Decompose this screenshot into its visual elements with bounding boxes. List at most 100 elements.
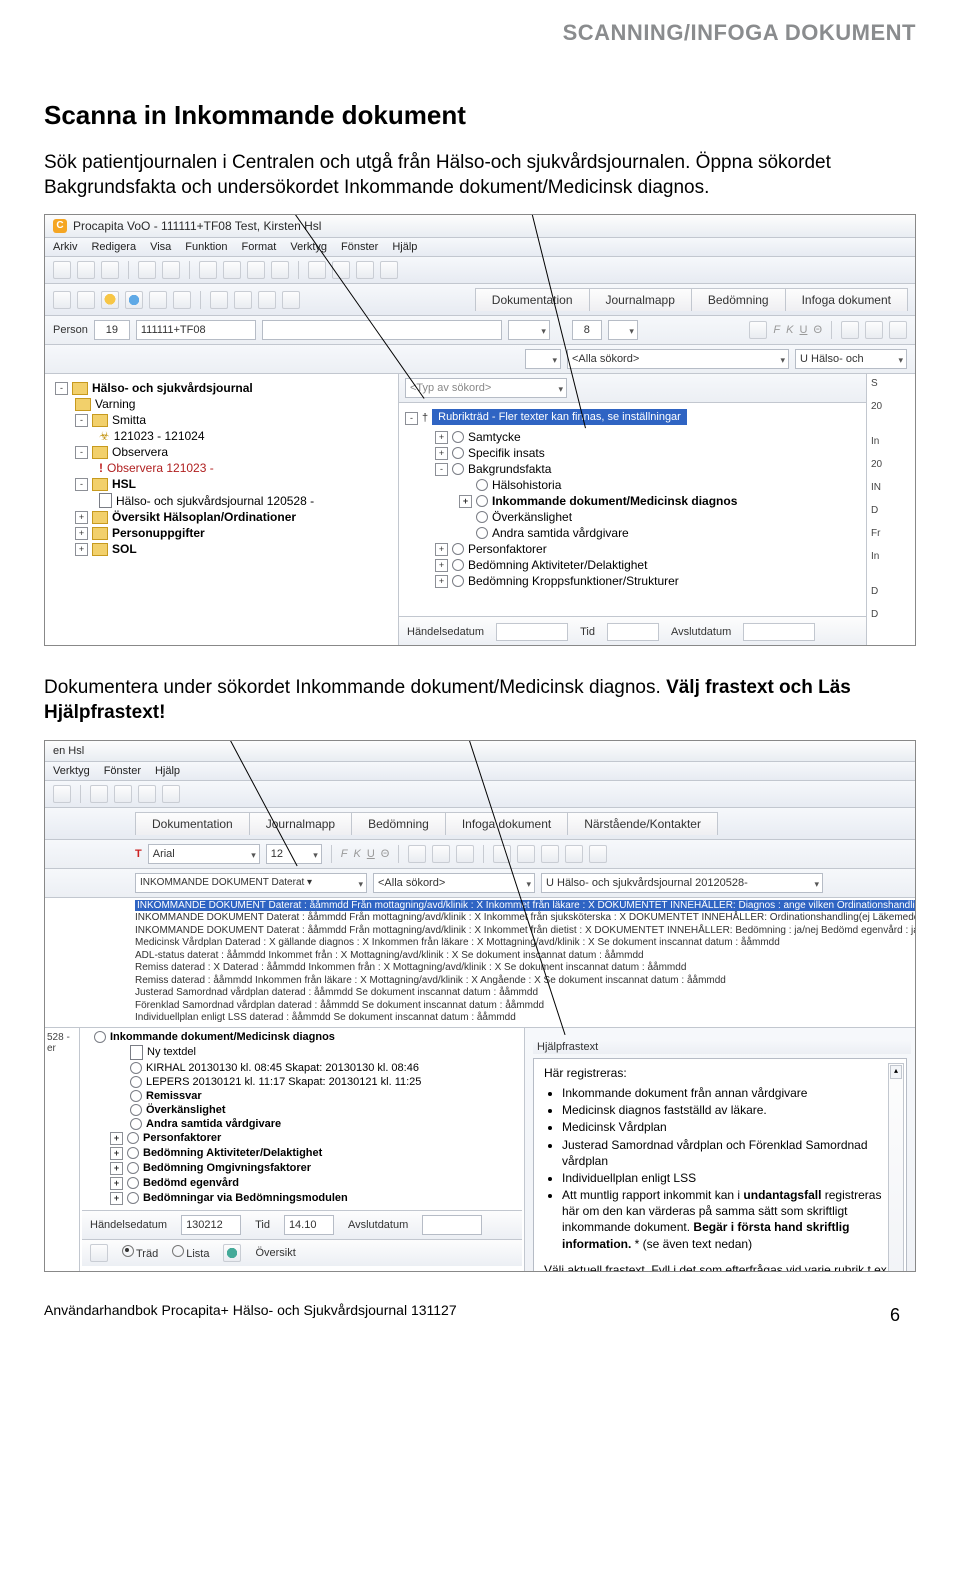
toolbar-icon[interactable] (53, 261, 71, 279)
rubrik-row[interactable]: +Samtycke (405, 429, 860, 445)
format-u[interactable]: U (799, 324, 807, 336)
tree2-row[interactable]: +Bedömning Aktiviteter/Delaktighet (82, 1146, 522, 1161)
rubrik-row[interactable]: +Personfaktorer (405, 541, 860, 557)
format-k[interactable]: K (353, 848, 360, 860)
tab[interactable]: Dokumentation (135, 812, 250, 835)
tree2-row[interactable]: +Bedömning Omgivningsfaktorer (82, 1161, 522, 1176)
align-icon[interactable] (408, 845, 426, 863)
menu-item[interactable]: Verktyg (53, 765, 90, 777)
tree2-row[interactable]: +Personfaktorer (82, 1131, 522, 1146)
tab[interactable]: Infoga dokument (445, 812, 568, 835)
frastext-line[interactable]: Remiss daterad : ååmmdd Inkommen från lä… (135, 975, 909, 988)
rubrik-row[interactable]: -Bakgrundsfakta (405, 461, 860, 477)
format-k[interactable]: K (786, 324, 793, 336)
refresh-icon[interactable] (125, 291, 143, 309)
tree-row[interactable]: ☣121023 - 121024 (49, 428, 394, 444)
frastext-line[interactable]: INKOMMANDE DOKUMENT Daterat : ååmmdd Frå… (135, 912, 909, 925)
tab[interactable]: Bedömning (351, 812, 446, 835)
tree-row[interactable]: +Personuppgifter (49, 525, 394, 541)
tab[interactable]: Dokumentation (475, 288, 590, 311)
format-f[interactable]: F (341, 848, 348, 860)
tree-row[interactable]: +SOL (49, 541, 394, 557)
nav-next-icon[interactable] (356, 261, 374, 279)
person-id-field[interactable]: 111111+TF08 (136, 320, 256, 340)
toolbar-icon[interactable] (223, 261, 241, 279)
person-seq-field[interactable]: 19 (94, 320, 130, 340)
frastext-dropdown[interactable]: INKOMMANDE DOKUMENT Daterat ▾ (135, 873, 367, 893)
tree2-row[interactable]: Remissvar (82, 1089, 522, 1103)
unit-dropdown-2[interactable]: U Hälso- och sjukvårdsjournal 20120528- (541, 873, 823, 893)
toolbar-icon[interactable] (53, 291, 71, 309)
frastext-line[interactable]: Individuellplan enligt LSS daterad : ååm… (135, 1012, 909, 1025)
rubrik-row[interactable]: +Inkommande dokument/Medicinsk diagnos (405, 493, 860, 509)
frastext-line[interactable]: Förenklad Samordnad vårdplan daterad : å… (135, 1000, 909, 1013)
toolbar-icon[interactable] (541, 845, 559, 863)
font-family-dropdown[interactable]: Arial (148, 844, 260, 864)
star-icon[interactable] (101, 291, 119, 309)
scrollbar[interactable]: ▴ (888, 1063, 904, 1272)
align-icon[interactable] (889, 321, 907, 339)
tree2-row[interactable]: +Bedömningar via Bedömningsmodulen (82, 1191, 522, 1206)
tree-view-icon[interactable] (90, 1244, 108, 1262)
tree-row[interactable]: -HSL (49, 476, 394, 492)
tab[interactable]: Bedömning (691, 288, 786, 311)
tree2-row[interactable]: Överkänslighet (82, 1103, 522, 1117)
toolbar-icon[interactable] (271, 261, 289, 279)
tree-row[interactable]: Hälso- och sjukvårdsjournal 120528 - (49, 492, 394, 509)
align-icon[interactable] (865, 321, 883, 339)
nav-first-icon[interactable] (90, 785, 108, 803)
collapse-icon[interactable]: - (405, 412, 418, 425)
toolbar-icon[interactable] (53, 785, 71, 803)
typ-sokord-dropdown[interactable]: <Typ av sökord> (405, 378, 567, 398)
font-size-dropdown[interactable] (608, 320, 638, 340)
unit-dropdown[interactable]: U Hälso- och (795, 349, 907, 369)
toolbar-icon[interactable] (77, 261, 95, 279)
rubrik-header-selected[interactable]: Rubrikträd - Fler texter kan finnas, se … (432, 409, 687, 425)
tree2-row[interactable]: Andra samtida vårdgivare (82, 1117, 522, 1131)
frastext-line[interactable]: Remiss daterad : X Daterad : ååmmdd Inko… (135, 962, 909, 975)
avslut-field[interactable] (743, 623, 815, 641)
rubrik-row[interactable]: +Bedömning Kroppsfunktioner/Strukturer (405, 573, 860, 589)
toolbar-icon[interactable] (565, 845, 583, 863)
toolbar-icon[interactable] (149, 291, 167, 309)
nav-last-icon[interactable] (162, 785, 180, 803)
toolbar-icon[interactable] (247, 261, 265, 279)
frastext-line[interactable]: Medicinsk Vårdplan Daterad : X gällande … (135, 937, 909, 950)
tree-row[interactable]: Varning (49, 396, 394, 412)
tid-field[interactable] (607, 623, 659, 641)
alla-sokord-dropdown-2[interactable]: <Alla sökord> (373, 873, 535, 893)
nav-last-icon[interactable] (380, 261, 398, 279)
menu-item[interactable]: Hjälp (392, 241, 417, 253)
align-icon[interactable] (432, 845, 450, 863)
toolbar-icon[interactable] (162, 261, 180, 279)
radio-lista[interactable] (172, 1245, 184, 1257)
menu-item[interactable]: Format (242, 241, 277, 253)
menu-item[interactable]: Funktion (185, 241, 227, 253)
toolbar-icon[interactable] (210, 291, 228, 309)
toolbar-icon[interactable] (589, 845, 607, 863)
tree-row[interactable]: +Översikt Hälsoplan/Ordinationer (49, 509, 394, 525)
alla-sokord-dropdown[interactable]: <Alla sökord> (567, 349, 789, 369)
rubrik-row[interactable]: Hälsohistoria (405, 477, 860, 493)
rubrik-row[interactable]: Andra samtida vårdgivare (405, 525, 860, 541)
tree2-row[interactable]: Ny textdel (82, 1044, 522, 1061)
rubrik-row[interactable]: +Bedömning Aktiviteter/Delaktighet (405, 557, 860, 573)
frastext-line[interactable]: Justerad Samordnad vårdplan daterad : åå… (135, 987, 909, 1000)
toolbar-icon[interactable] (258, 291, 276, 309)
handelsedatum-field[interactable] (496, 623, 568, 641)
menu-item[interactable]: Hjälp (155, 765, 180, 777)
menu-item[interactable]: Fönster (341, 241, 378, 253)
tree-row[interactable]: -Observera (49, 444, 394, 460)
font-size-field[interactable]: 8 (572, 320, 602, 340)
align-icon[interactable] (841, 321, 859, 339)
format-icon[interactable] (749, 321, 767, 339)
tab[interactable]: Journalmapp (589, 288, 692, 311)
overview-icon[interactable] (223, 1244, 241, 1262)
toolbar-icon[interactable] (138, 261, 156, 279)
radio-trad[interactable] (122, 1245, 134, 1257)
tree-row[interactable]: -Smitta (49, 412, 394, 428)
nav-prev-icon[interactable] (114, 785, 132, 803)
format-u[interactable]: U (367, 848, 375, 860)
tab[interactable]: Journalmapp (249, 812, 352, 835)
menu-item[interactable]: Redigera (91, 241, 136, 253)
